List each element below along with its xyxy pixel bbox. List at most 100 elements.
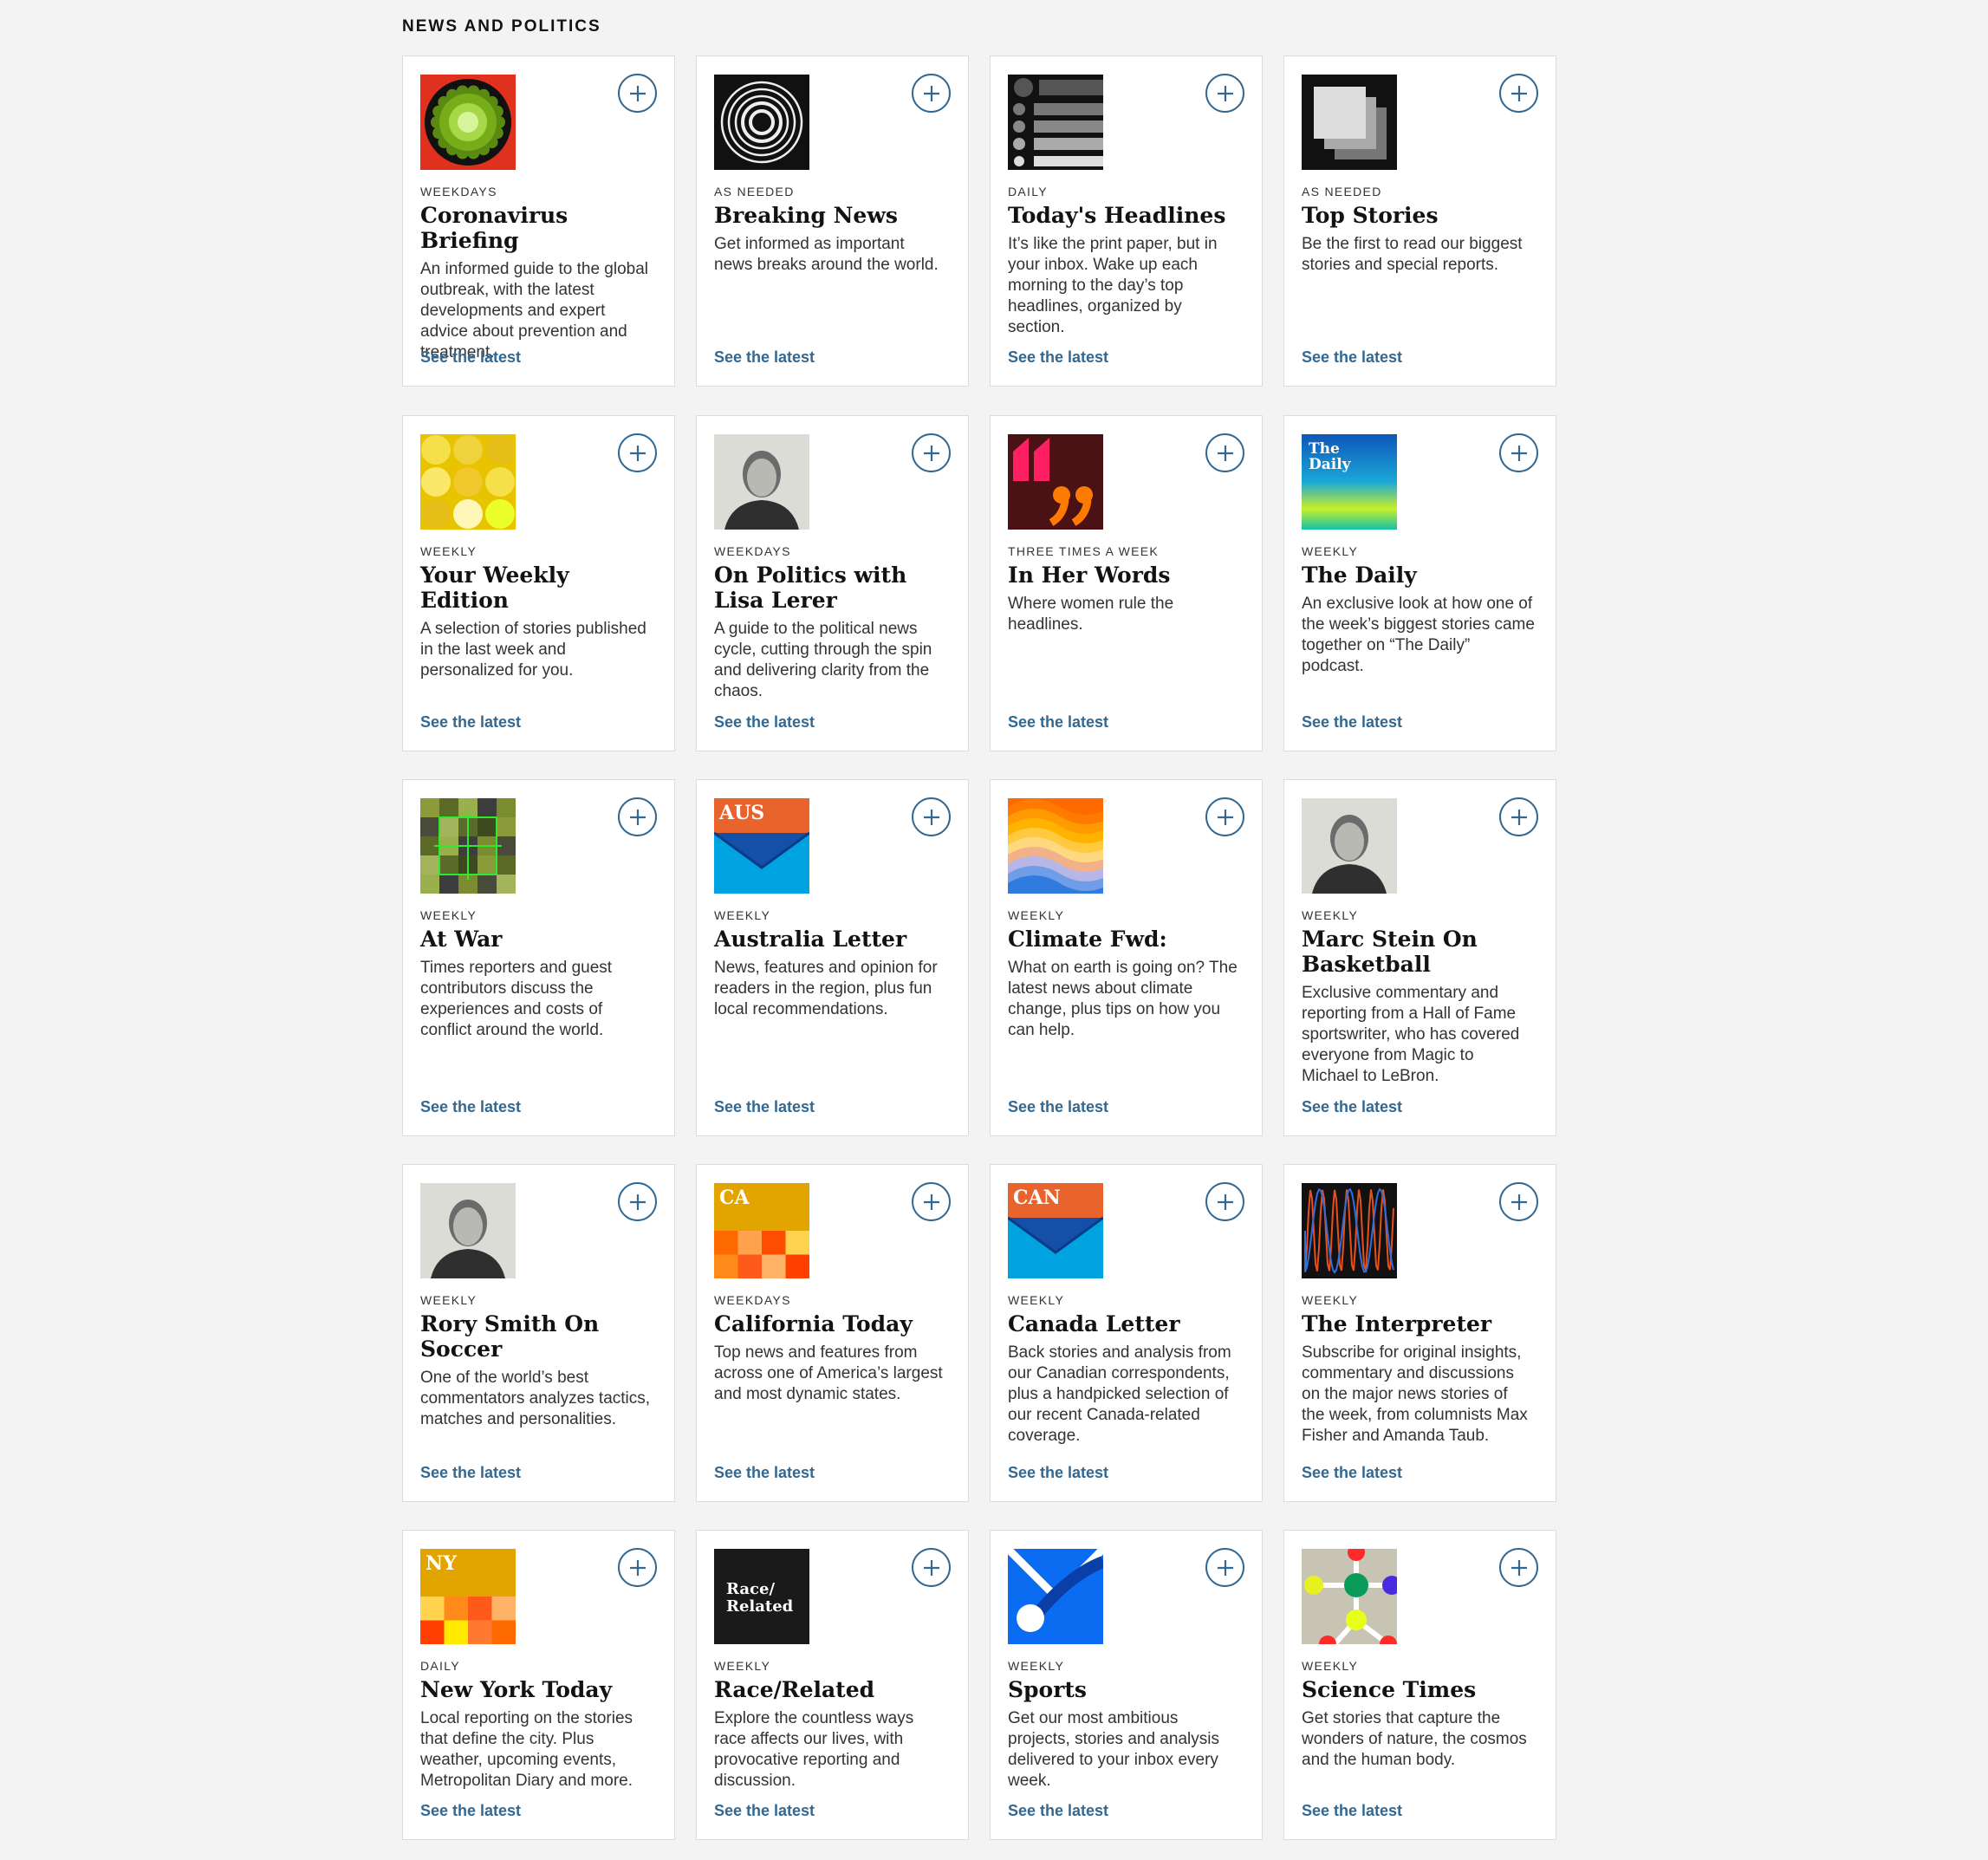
newsletter-card: WEEKLY Science Times Get stories that ca… xyxy=(1283,1530,1556,1840)
add-subscription-button[interactable] xyxy=(912,797,951,836)
add-subscription-button[interactable] xyxy=(1499,1182,1538,1221)
newsletter-title: Rory Smith On Soccer xyxy=(420,1311,600,1362)
see-the-latest-link[interactable]: See the latest xyxy=(714,1464,815,1482)
california-grid-icon: CA xyxy=(714,1183,809,1278)
newsletter-title: Canada Letter xyxy=(1008,1311,1180,1336)
see-the-latest-link[interactable]: See the latest xyxy=(420,348,521,367)
see-the-latest-link[interactable]: See the latest xyxy=(714,1098,815,1116)
frequency-label: WEEKLY xyxy=(1008,1293,1065,1307)
add-subscription-button[interactable] xyxy=(1499,433,1538,472)
see-the-latest-link[interactable]: See the latest xyxy=(420,1802,521,1820)
frequency-label: AS NEEDED xyxy=(714,185,795,198)
plus-icon xyxy=(1217,1193,1233,1210)
add-subscription-button[interactable] xyxy=(1499,1548,1538,1587)
add-subscription-button[interactable] xyxy=(912,1548,951,1587)
add-subscription-button[interactable] xyxy=(618,797,657,836)
see-the-latest-link[interactable]: See the latest xyxy=(1302,1464,1402,1482)
add-subscription-button[interactable] xyxy=(912,1182,951,1221)
see-the-latest-link[interactable]: See the latest xyxy=(714,1802,815,1820)
sports-envelope-icon xyxy=(1008,1549,1103,1644)
newsletter-title: Climate Fwd: xyxy=(1008,927,1167,952)
newsletter-description: A selection of stories published in the … xyxy=(420,620,646,680)
newsletter-description: News, features and opinion for readers i… xyxy=(714,959,938,1018)
molecule-icon xyxy=(1302,1549,1397,1644)
newsletter-title: Top Stories xyxy=(1302,203,1439,228)
add-subscription-button[interactable] xyxy=(1205,797,1244,836)
climate-waves-icon xyxy=(1008,798,1103,894)
newsletter-card: CAN WEEKLY Canada Letter Back stories an… xyxy=(990,1164,1263,1502)
plus-icon xyxy=(1510,445,1527,461)
see-the-latest-link[interactable]: See the latest xyxy=(1008,1802,1108,1820)
add-subscription-button[interactable] xyxy=(618,433,657,472)
add-subscription-button[interactable] xyxy=(1499,797,1538,836)
see-the-latest-link[interactable]: See the latest xyxy=(1302,1098,1402,1116)
frequency-label: WEEKDAYS xyxy=(714,1293,791,1307)
rings-icon xyxy=(714,75,809,170)
frequency-label: WEEKLY xyxy=(1302,908,1359,922)
see-the-latest-link[interactable]: See the latest xyxy=(1302,348,1402,367)
newsletter-title: Sports xyxy=(1008,1677,1088,1702)
newsletter-card: The Daily WEEKLY The Daily An exclusive … xyxy=(1283,415,1556,751)
add-subscription-button[interactable] xyxy=(912,74,951,113)
newsletter-description: It’s like the print paper, but in your i… xyxy=(1008,235,1218,336)
add-subscription-button[interactable] xyxy=(1205,1182,1244,1221)
california-grid-icon: CA xyxy=(714,1183,809,1278)
see-the-latest-link[interactable]: See the latest xyxy=(1008,348,1108,367)
envelope-aus-icon: AUS xyxy=(714,798,809,894)
see-the-latest-link[interactable]: See the latest xyxy=(1008,713,1108,732)
frequency-label: WEEKLY xyxy=(420,908,478,922)
add-subscription-button[interactable] xyxy=(912,433,951,472)
see-the-latest-link[interactable]: See the latest xyxy=(420,1464,521,1482)
see-the-latest-link[interactable]: See the latest xyxy=(714,348,815,367)
race-related-logo-icon: Race/ Related xyxy=(714,1549,809,1644)
see-the-latest-link[interactable]: See the latest xyxy=(714,713,815,732)
frequency-label: WEEKLY xyxy=(1302,1293,1359,1307)
frequency-label: DAILY xyxy=(1008,185,1048,198)
see-the-latest-link[interactable]: See the latest xyxy=(1302,713,1402,732)
plus-icon xyxy=(1217,445,1233,461)
quote-marks-icon xyxy=(1008,434,1103,530)
section-title: NEWS AND POLITICS xyxy=(402,17,601,36)
author-portrait-icon xyxy=(420,1183,516,1278)
add-subscription-button[interactable] xyxy=(618,1182,657,1221)
add-subscription-button[interactable] xyxy=(1499,74,1538,113)
frequency-label: WEEKLY xyxy=(1008,1659,1065,1673)
plus-icon xyxy=(1510,1193,1527,1210)
svg-text:The: The xyxy=(1309,440,1340,458)
stacked-squares-icon xyxy=(1302,75,1397,170)
newsletter-description: Be the first to read our biggest stories… xyxy=(1302,235,1523,274)
author-portrait-icon xyxy=(1302,798,1397,894)
frequency-label: WEEKLY xyxy=(420,544,478,558)
see-the-latest-link[interactable]: See the latest xyxy=(1008,1098,1108,1116)
newsletter-card: AS NEEDED Breaking News Get informed as … xyxy=(696,55,969,387)
waveform-icon xyxy=(1302,1183,1397,1278)
newsletter-card: CA WEEKDAYS California Today Top news an… xyxy=(696,1164,969,1502)
plus-icon xyxy=(923,85,939,101)
see-the-latest-link[interactable]: See the latest xyxy=(1008,1464,1108,1482)
add-subscription-button[interactable] xyxy=(618,1548,657,1587)
plus-icon xyxy=(1510,1559,1527,1576)
newsletter-title: The Interpreter xyxy=(1302,1311,1492,1336)
newsletter-description: An exclusive look at how one of the week… xyxy=(1302,595,1535,675)
author-portrait-icon xyxy=(1302,798,1397,894)
add-subscription-button[interactable] xyxy=(1205,74,1244,113)
newsletter-card: Race/ Related WEEKLY Race/Related Explor… xyxy=(696,1530,969,1840)
add-subscription-button[interactable] xyxy=(1205,433,1244,472)
svg-text:CAN: CAN xyxy=(1013,1187,1061,1209)
see-the-latest-link[interactable]: See the latest xyxy=(420,713,521,732)
add-subscription-button[interactable] xyxy=(1205,1548,1244,1587)
newsletter-card: NY DAILY New York Today Local reporting … xyxy=(402,1530,675,1840)
svg-text:Related: Related xyxy=(726,1597,794,1616)
see-the-latest-link[interactable]: See the latest xyxy=(1302,1802,1402,1820)
frequency-label: WEEKLY xyxy=(1302,544,1359,558)
svg-text:Daily: Daily xyxy=(1309,456,1352,473)
newsletter-description: A guide to the political news cycle, cut… xyxy=(714,620,932,700)
plus-icon xyxy=(923,809,939,825)
author-portrait-icon xyxy=(714,434,809,530)
newsletter-description: Get our most ambitious projects, stories… xyxy=(1008,1709,1219,1790)
newsletter-title: Australia Letter xyxy=(714,927,907,952)
newsletter-card: AS NEEDED Top Stories Be the first to re… xyxy=(1283,55,1556,387)
see-the-latest-link[interactable]: See the latest xyxy=(420,1098,521,1116)
add-subscription-button[interactable] xyxy=(618,74,657,113)
frequency-label: WEEKDAYS xyxy=(420,185,497,198)
